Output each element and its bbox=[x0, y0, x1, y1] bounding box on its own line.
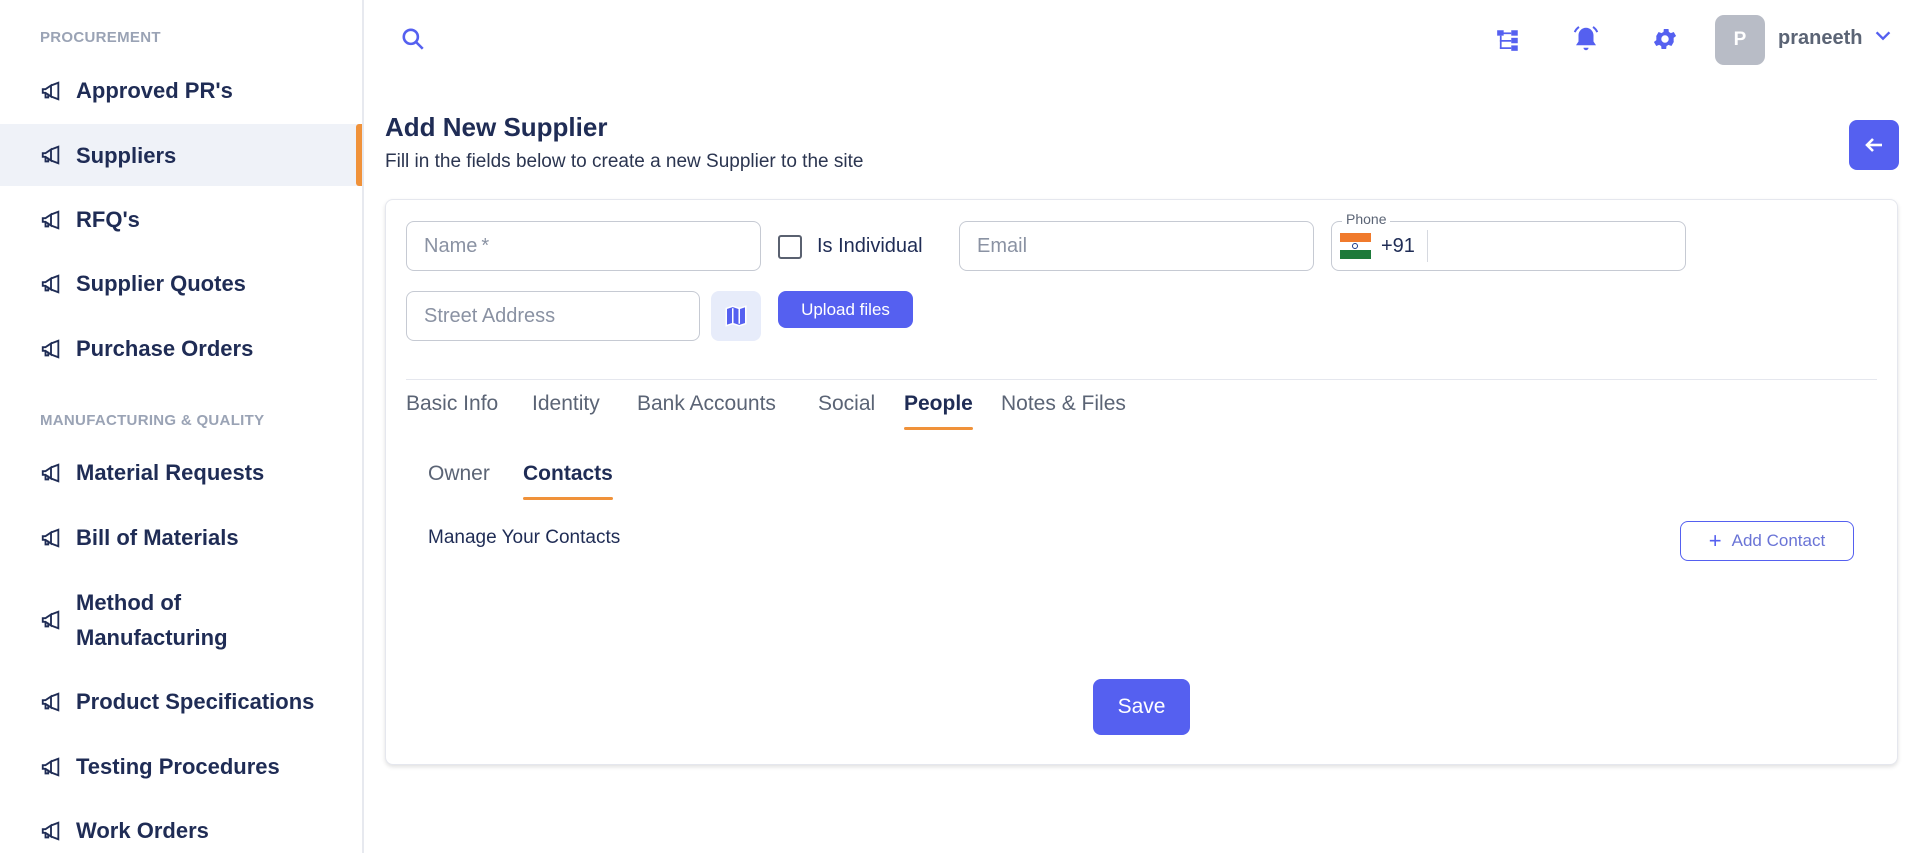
phone-divider bbox=[1427, 230, 1428, 262]
search-icon[interactable] bbox=[398, 24, 428, 54]
name-placeholder: Name bbox=[424, 234, 478, 257]
avatar[interactable]: P bbox=[1715, 15, 1765, 65]
phone-country-code: +91 bbox=[1381, 235, 1415, 257]
sidebar-section-title: MANUFACTURING & QUALITY bbox=[40, 412, 265, 429]
phone-legend: Phone bbox=[1342, 211, 1391, 227]
india-flag-icon[interactable] bbox=[1340, 233, 1371, 259]
sidebar-item-method-of-manufacturing[interactable]: Method of Manufacturing bbox=[0, 585, 362, 655]
sidebar-item-label: Approved PR's bbox=[76, 78, 233, 103]
sidebar-item-suppliers[interactable]: Suppliers bbox=[0, 124, 362, 186]
map-button[interactable] bbox=[711, 291, 761, 341]
user-name[interactable]: praneeth bbox=[1778, 27, 1862, 50]
tab-social[interactable]: Social bbox=[818, 392, 875, 416]
required-mark: * bbox=[481, 234, 490, 257]
tab-basic-info[interactable]: Basic Info bbox=[406, 392, 498, 416]
megaphone-icon bbox=[41, 80, 60, 101]
arrow-left-icon bbox=[1865, 138, 1882, 152]
sidebar-item-label: Work Orders bbox=[76, 818, 209, 843]
page-subtitle: Fill in the fields below to create a new… bbox=[385, 151, 864, 172]
subtab-owner[interactable]: Owner bbox=[428, 462, 490, 486]
add-contact-button[interactable]: + Add Contact bbox=[1680, 521, 1854, 561]
email-placeholder: Email bbox=[977, 234, 1028, 257]
sidebar-item-bill-of-materials[interactable]: Bill of Materials bbox=[0, 520, 362, 555]
subtab-contacts[interactable]: Contacts bbox=[523, 462, 613, 500]
sidebar-item-label: RFQ's bbox=[76, 207, 140, 232]
sidebar-item-testing-procedures[interactable]: Testing Procedures bbox=[0, 749, 362, 784]
sidebar-item-label: Method of Manufacturing bbox=[76, 590, 228, 650]
sidebar-item-purchase-orders[interactable]: Purchase Orders bbox=[0, 331, 362, 366]
megaphone-icon bbox=[41, 820, 60, 841]
hierarchy-icon[interactable] bbox=[1493, 25, 1523, 55]
sidebar-item-supplier-quotes[interactable]: Supplier Quotes bbox=[0, 266, 362, 301]
name-field[interactable]: Name * bbox=[406, 221, 761, 271]
megaphone-icon bbox=[41, 756, 60, 777]
save-button[interactable]: Save bbox=[1093, 679, 1190, 735]
megaphone-icon bbox=[41, 462, 60, 483]
megaphone-icon bbox=[41, 273, 60, 294]
is-individual-label: Is Individual bbox=[817, 235, 923, 257]
upload-files-button[interactable]: Upload files bbox=[778, 291, 913, 328]
megaphone-icon bbox=[41, 610, 60, 630]
sidebar-item-label: Testing Procedures bbox=[76, 754, 280, 779]
street-address-field[interactable]: Street Address bbox=[406, 291, 700, 341]
sidebar: PROCUREMENT Approved PR's Suppliers RFQ'… bbox=[0, 0, 364, 853]
chevron-down-icon[interactable] bbox=[1872, 25, 1894, 47]
megaphone-icon bbox=[41, 209, 60, 230]
tab-people[interactable]: People bbox=[904, 392, 973, 430]
plus-icon: + bbox=[1708, 528, 1722, 553]
contacts-heading: Manage Your Contacts bbox=[428, 527, 621, 548]
divider bbox=[406, 379, 1877, 380]
sidebar-item-label: Purchase Orders bbox=[76, 336, 254, 361]
is-individual-checkbox[interactable] bbox=[778, 235, 802, 259]
gear-icon[interactable] bbox=[1650, 24, 1680, 54]
map-icon bbox=[725, 305, 747, 327]
email-field[interactable]: Email bbox=[959, 221, 1314, 271]
sidebar-item-label: Material Requests bbox=[76, 460, 265, 485]
sidebar-item-label: Suppliers bbox=[76, 142, 177, 168]
sidebar-item-label: Product Specifications bbox=[76, 689, 315, 714]
sidebar-item-material-requests[interactable]: Material Requests bbox=[0, 455, 362, 490]
sidebar-item-label: Bill of Materials bbox=[76, 525, 239, 550]
tab-identity[interactable]: Identity bbox=[532, 392, 600, 416]
tab-bank-accounts[interactable]: Bank Accounts bbox=[637, 392, 776, 416]
megaphone-icon bbox=[41, 338, 60, 359]
bell-icon[interactable] bbox=[1571, 24, 1601, 54]
megaphone-icon bbox=[41, 145, 60, 165]
sidebar-item-work-orders[interactable]: Work Orders bbox=[0, 813, 362, 848]
street-address-placeholder: Street Address bbox=[424, 304, 556, 327]
sidebar-section-title: PROCUREMENT bbox=[40, 29, 161, 46]
sidebar-item-approved-prs[interactable]: Approved PR's bbox=[0, 73, 362, 108]
add-contact-label: Add Contact bbox=[1731, 531, 1826, 550]
megaphone-icon bbox=[41, 691, 60, 712]
sidebar-item-label: Supplier Quotes bbox=[76, 271, 246, 296]
page-title: Add New Supplier bbox=[385, 112, 608, 142]
back-button[interactable] bbox=[1849, 120, 1899, 170]
sidebar-item-rfqs[interactable]: RFQ's bbox=[0, 202, 362, 237]
tab-notes-files[interactable]: Notes & Files bbox=[1001, 392, 1126, 416]
megaphone-icon bbox=[41, 527, 60, 548]
sidebar-item-product-specifications[interactable]: Product Specifications bbox=[0, 684, 362, 719]
